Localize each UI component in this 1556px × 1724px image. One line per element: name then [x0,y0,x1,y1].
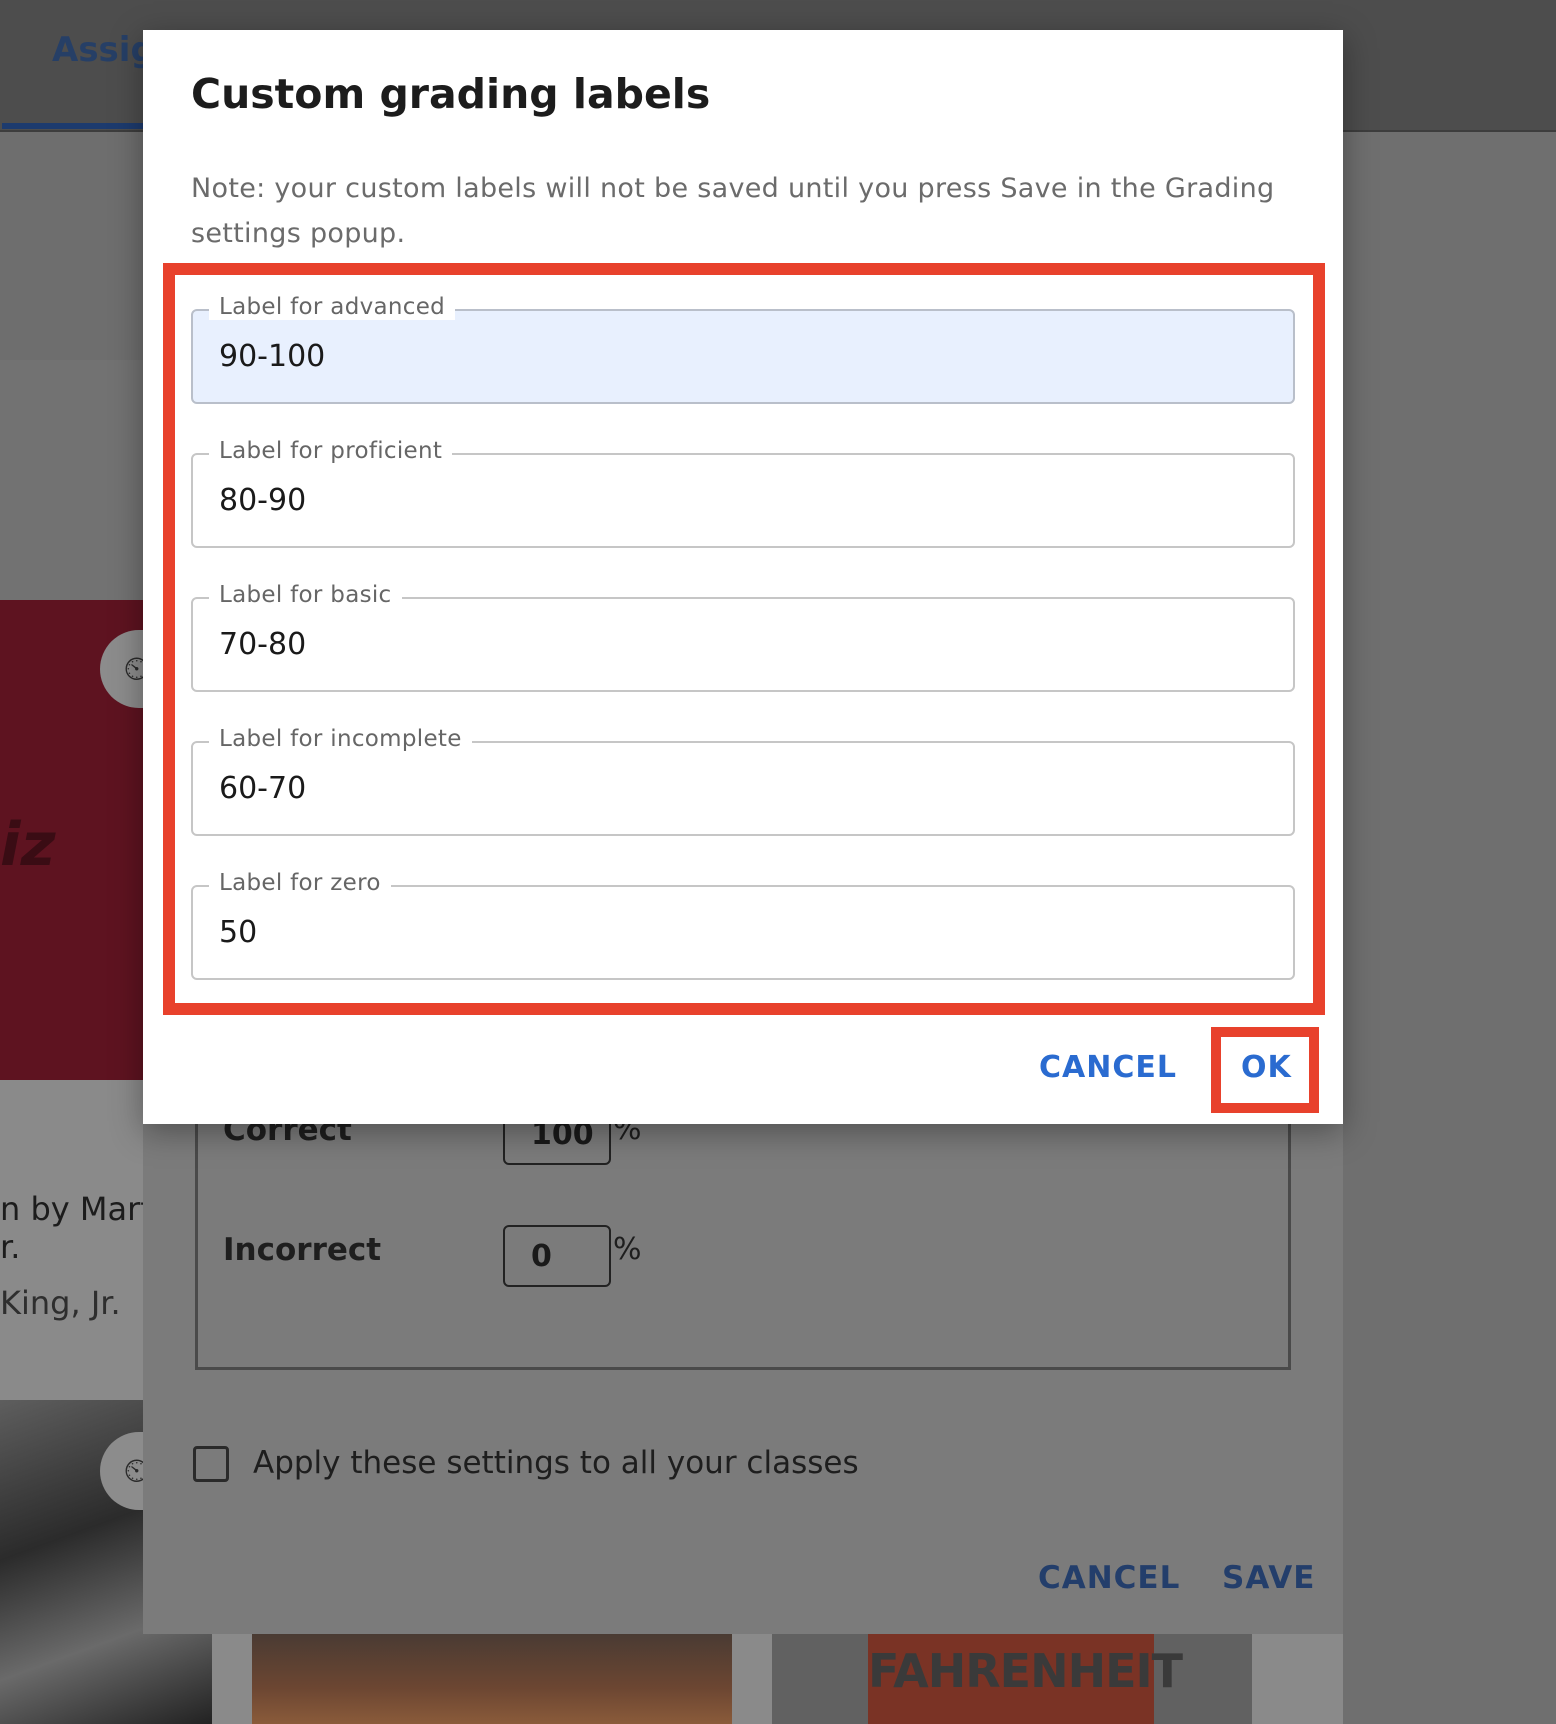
left-panel-lower [0,360,143,600]
ok-highlight-box [1211,1027,1319,1113]
assignment-card-book[interactable]: FAHRENHEIT [772,1634,1252,1724]
left-panel [0,132,143,360]
dialog-cancel-button[interactable]: CANCEL [1039,1050,1177,1085]
settings-save-button[interactable]: SAVE [1222,1560,1315,1596]
tab-assignments[interactable]: Assig [52,30,155,70]
assignment-card-sunset[interactable] [252,1634,732,1724]
active-tab-indicator [2,123,144,129]
incorrect-percent-input[interactable]: 0 [503,1225,611,1287]
right-backdrop [1343,132,1556,1724]
card-title-line1[interactable]: n by Marti [0,1190,162,1228]
incorrect-percent-unit: % [613,1232,642,1267]
card-author: King, Jr. [0,1284,121,1322]
fields-highlight-box [163,263,1325,1015]
incorrect-label: Incorrect [223,1232,382,1268]
dialog-note: Note: your custom labels will not be sav… [191,173,1275,249]
custom-grading-labels-dialog: Custom grading labels Note: your custom … [143,30,1343,1124]
card-title-line2[interactable]: r. [0,1228,20,1266]
apply-all-checkbox[interactable] [193,1446,229,1482]
apply-all-label[interactable]: Apply these settings to all your classes [253,1445,859,1481]
dialog-title: Custom grading labels [191,70,711,118]
settings-cancel-button[interactable]: CANCEL [1038,1560,1180,1596]
card-quiz-text: iz [0,810,56,880]
book-cover-title: FAHRENHEIT [868,1634,1183,1724]
